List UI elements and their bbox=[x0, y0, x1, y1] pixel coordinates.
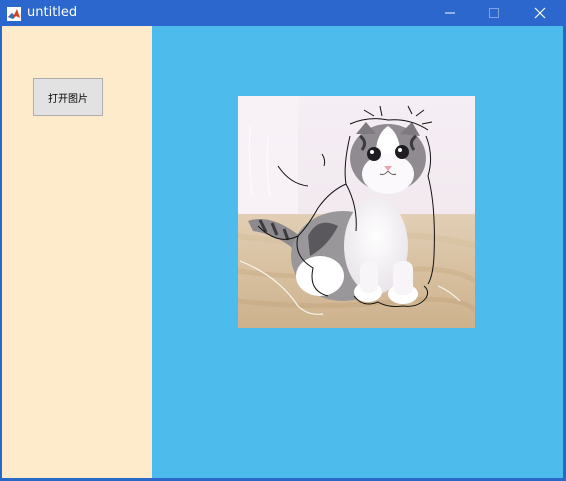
display-panel bbox=[152, 26, 563, 478]
minimize-button[interactable] bbox=[428, 0, 472, 26]
cat-image bbox=[238, 96, 475, 328]
maximize-button[interactable] bbox=[472, 0, 516, 26]
close-button[interactable] bbox=[518, 0, 562, 26]
control-panel: 打开图片 bbox=[2, 26, 152, 478]
app-window: untitled 打开图片 bbox=[0, 0, 566, 481]
title-bar[interactable]: untitled bbox=[0, 0, 566, 26]
close-icon bbox=[534, 4, 546, 23]
window-title: untitled bbox=[27, 5, 78, 20]
minimize-icon bbox=[444, 4, 456, 23]
figure-client-area: 打开图片 bbox=[2, 26, 563, 478]
open-image-button[interactable]: 打开图片 bbox=[33, 78, 103, 116]
maximize-icon bbox=[488, 4, 500, 23]
matlab-icon bbox=[7, 6, 21, 21]
image-axes bbox=[238, 96, 475, 328]
